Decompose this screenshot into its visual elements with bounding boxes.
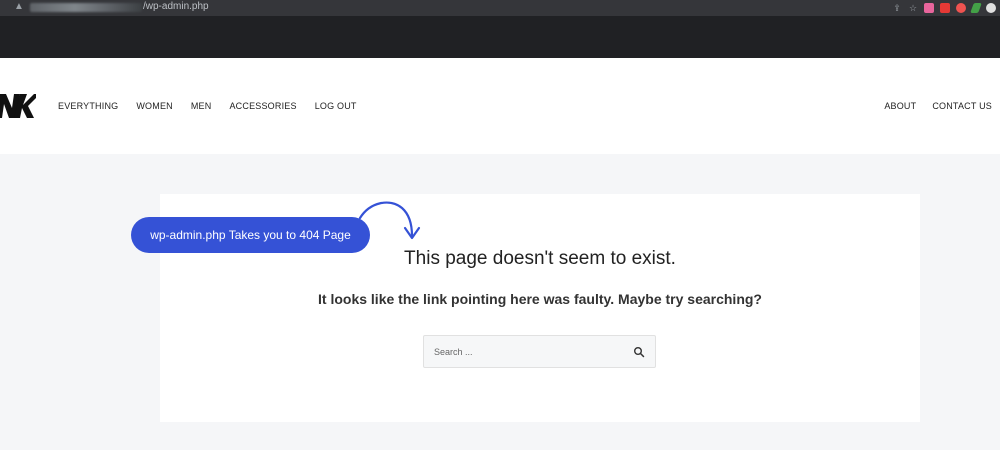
search-form bbox=[423, 335, 656, 368]
extension-icon[interactable] bbox=[970, 3, 982, 13]
extension-icon[interactable] bbox=[924, 3, 934, 13]
browser-actions: ⇪ ☆ bbox=[892, 0, 1000, 16]
nav-item-accessories[interactable]: ACCESSORIES bbox=[229, 101, 296, 111]
site-header: EVERYTHING WOMEN MEN ACCESSORIES LOG OUT… bbox=[0, 58, 1000, 154]
nav-item-men[interactable]: MEN bbox=[191, 101, 212, 111]
nav-item-women[interactable]: WOMEN bbox=[136, 101, 173, 111]
page-subtitle: It looks like the link pointing here was… bbox=[318, 291, 762, 307]
url-text[interactable]: /wp-admin.php bbox=[143, 1, 209, 12]
alert-triangle-icon[interactable]: ▲ bbox=[14, 1, 26, 13]
logo-icon[interactable] bbox=[0, 92, 36, 120]
share-icon[interactable]: ⇪ bbox=[892, 3, 902, 13]
search-input[interactable] bbox=[424, 336, 634, 367]
extension-icon[interactable] bbox=[940, 3, 950, 13]
nav-item-about[interactable]: ABOUT bbox=[884, 101, 916, 111]
nav-item-contact-us[interactable]: CONTACT US bbox=[932, 101, 992, 111]
extension-icon[interactable] bbox=[956, 3, 966, 13]
primary-nav: EVERYTHING WOMEN MEN ACCESSORIES LOG OUT bbox=[58, 101, 375, 111]
secondary-nav: ABOUT CONTACT US bbox=[868, 101, 992, 111]
annotation-callout: wp-admin.php Takes you to 404 Page bbox=[131, 217, 370, 253]
browser-toolbar: ▲ /wp-admin.php ⇪ ☆ bbox=[0, 0, 1000, 58]
curved-arrow-icon bbox=[358, 201, 421, 240]
bookmark-star-icon[interactable]: ☆ bbox=[908, 3, 918, 13]
search-icon[interactable] bbox=[633, 346, 645, 358]
extension-icon[interactable] bbox=[986, 3, 996, 13]
nav-item-everything[interactable]: EVERYTHING bbox=[58, 101, 118, 111]
address-bar[interactable]: ▲ /wp-admin.php ⇪ ☆ bbox=[0, 0, 1000, 16]
nav-item-log-out[interactable]: LOG OUT bbox=[315, 101, 357, 111]
blurred-domain bbox=[30, 3, 142, 12]
